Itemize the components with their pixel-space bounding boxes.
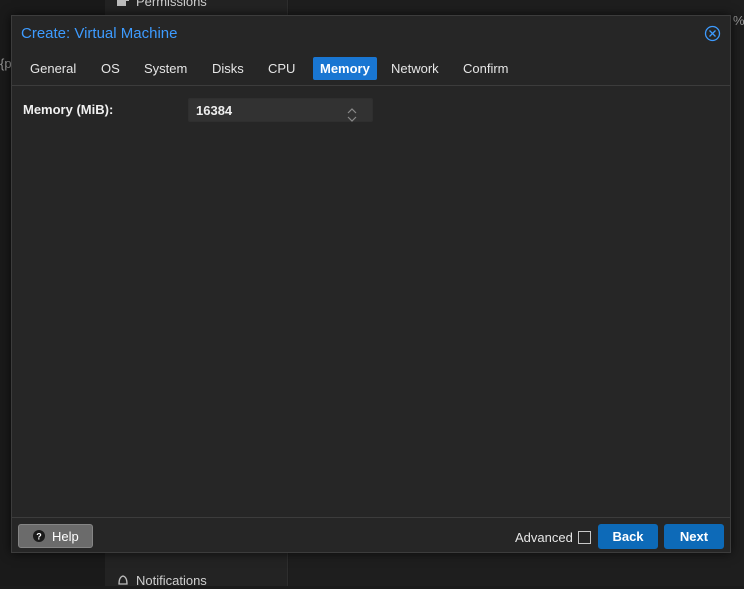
question-icon: ?: [33, 530, 45, 542]
next-button[interactable]: Next: [664, 524, 724, 549]
bell-icon: [116, 574, 130, 586]
svg-text:?: ?: [36, 532, 42, 542]
tab-os[interactable]: OS: [94, 57, 127, 80]
permissions-icon: [116, 0, 130, 7]
help-button[interactable]: ? Help: [18, 524, 93, 548]
dialog-title: Create: Virtual Machine: [21, 25, 178, 42]
advanced-checkbox[interactable]: [578, 531, 591, 544]
tab-network[interactable]: Network: [384, 57, 446, 80]
background-text-fragment: %: [733, 13, 744, 28]
background-text-fragment: {p: [0, 56, 12, 71]
tab-confirm[interactable]: Confirm: [456, 57, 516, 80]
tab-general[interactable]: General: [23, 57, 83, 80]
tab-system[interactable]: System: [137, 57, 194, 80]
help-label: Help: [52, 529, 79, 544]
dialog-header: Create: Virtual Machine: [12, 16, 730, 50]
advanced-label: Advanced: [515, 530, 573, 545]
close-icon[interactable]: [704, 25, 721, 42]
background-nav-item-permissions[interactable]: Permissions: [116, 0, 207, 9]
memory-input[interactable]: [196, 103, 336, 118]
dialog-footer: ? Help Advanced Back Next: [12, 517, 730, 553]
create-vm-dialog: Create: Virtual Machine General OS Syste…: [11, 15, 731, 553]
spinner-up-icon[interactable]: [346, 102, 358, 114]
tab-cpu[interactable]: CPU: [261, 57, 302, 80]
memory-label: Memory (MiB):: [23, 102, 114, 117]
back-button[interactable]: Back: [598, 524, 658, 549]
memory-spinner: [188, 98, 373, 122]
wizard-tabbar: General OS System Disks CPU Memory Netwo…: [12, 54, 730, 86]
background-nav-label: Permissions: [136, 0, 207, 9]
memory-form-row: Memory (MiB):: [23, 98, 723, 122]
tab-memory[interactable]: Memory: [313, 57, 377, 80]
spinner-down-icon[interactable]: [346, 111, 358, 122]
tab-disks[interactable]: Disks: [205, 57, 251, 80]
